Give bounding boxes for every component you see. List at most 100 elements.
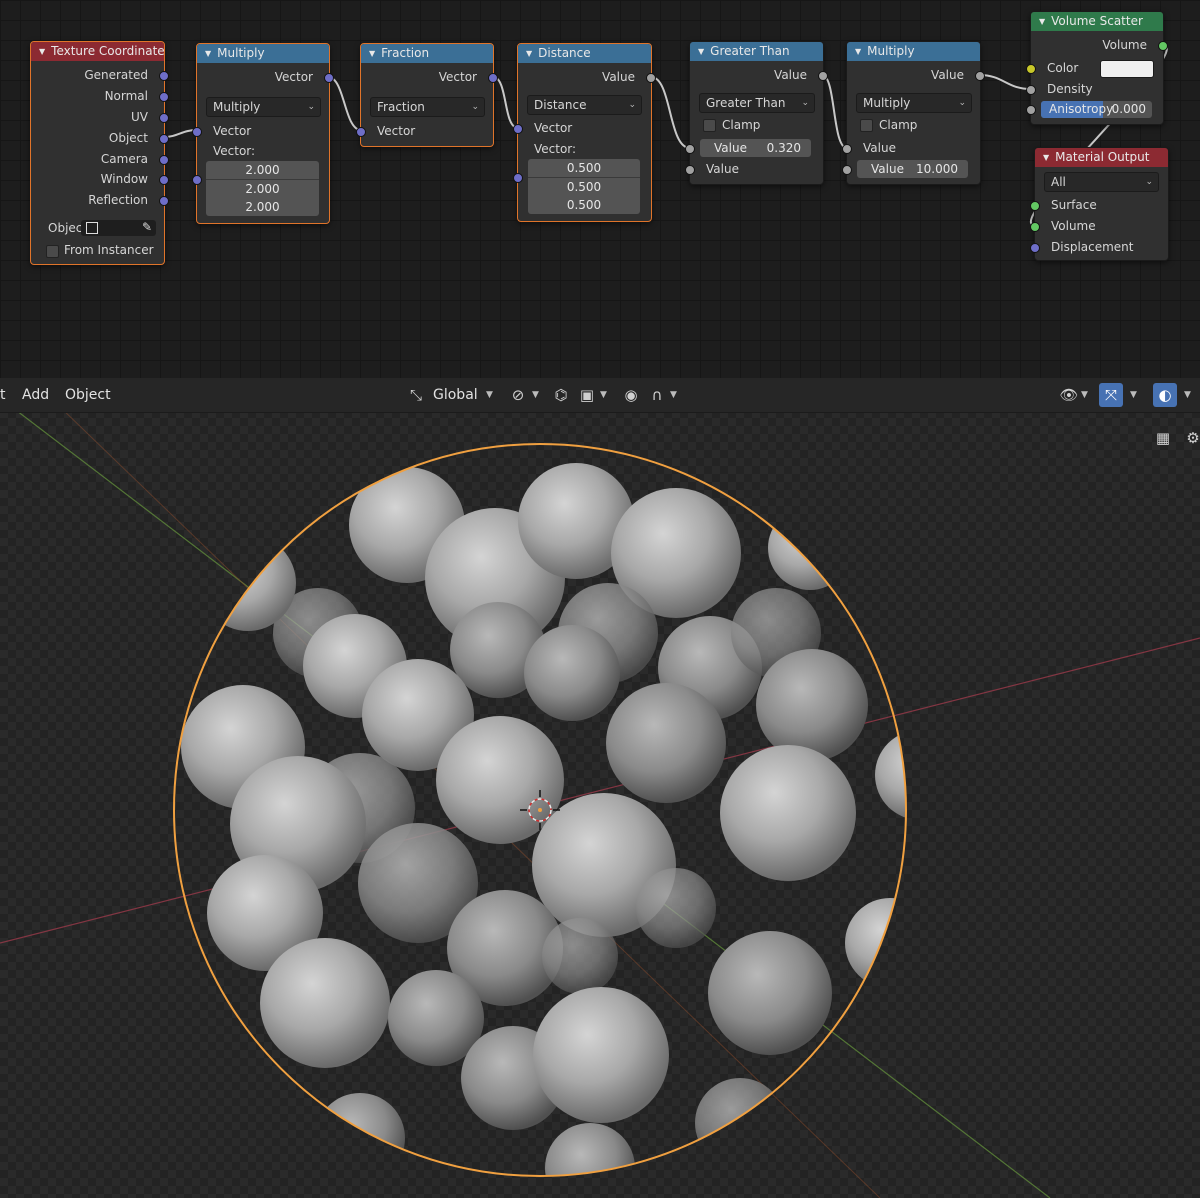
output-normal: Normal <box>31 87 169 105</box>
gizmo-toggle-icon[interactable]: ⤧ <box>1099 383 1123 407</box>
collapse-triangle-icon[interactable]: ▼ <box>855 47 861 56</box>
collapse-triangle-icon[interactable]: ▼ <box>526 49 532 58</box>
vector-z-field[interactable]: 0.500 <box>528 196 640 214</box>
node-header[interactable]: ▼ Material Output <box>1035 148 1168 167</box>
overlays-toggle-icon[interactable]: ◐ <box>1153 383 1177 407</box>
socket-icon[interactable] <box>324 73 334 83</box>
vector-multiply-node[interactable]: ▼ Multiply Vector Multiply ⌄ Vector Vector… <box>192 43 334 224</box>
socket-icon[interactable] <box>192 127 202 137</box>
socket-icon[interactable] <box>842 144 852 154</box>
socket-icon[interactable] <box>356 127 366 137</box>
operation-dropdown[interactable]: Fraction ⌄ <box>370 97 485 117</box>
socket-icon[interactable] <box>975 71 985 81</box>
output-camera: Camera <box>31 150 169 168</box>
multiplier-value-field[interactable]: Value 10.000 <box>857 160 968 178</box>
texture-coordinate-node[interactable]: ▼ Texture Coordinate Generated Normal UV … <box>30 41 169 265</box>
sphere <box>636 868 716 948</box>
node-header[interactable]: ▼ Multiply <box>197 44 329 63</box>
eyedropper-icon[interactable]: ✎ <box>142 220 152 234</box>
anisotropy-socket-icon[interactable] <box>1026 105 1036 115</box>
socket-icon[interactable] <box>646 73 656 83</box>
math-multiply-node[interactable]: ▼ Multiply Value Multiply ⌄ Clamp Value Va… <box>842 41 985 185</box>
vector-x-field[interactable]: 0.500 <box>528 159 640 177</box>
node-header[interactable]: ▼ Distance <box>518 44 651 63</box>
socket-icon[interactable] <box>818 71 828 81</box>
fraction-node[interactable]: ▼ Fraction Vector Fraction ⌄ Vector <box>356 43 498 147</box>
vector-x-field[interactable]: 2.000 <box>206 161 319 179</box>
viewport-header: t Add Object ⤡ Global ▼ ⊘ ▼ ⌬ ▣ ▼ ◉ ∩ ▼ … <box>0 378 1200 413</box>
sphere <box>708 931 832 1055</box>
collapse-triangle-icon[interactable]: ▼ <box>369 49 375 58</box>
visibility-eye-icon[interactable]: 👁 <box>1058 383 1080 407</box>
socket-icon[interactable] <box>1026 64 1036 74</box>
node-header[interactable]: ▼ Volume Scatter <box>1031 12 1163 31</box>
3d-viewport[interactable]: t Add Object ⤡ Global ▼ ⊘ ▼ ⌬ ▣ ▼ ◉ ∩ ▼ … <box>0 378 1200 1198</box>
socket-icon[interactable] <box>159 113 169 123</box>
menu-item-add[interactable]: Add <box>22 378 49 412</box>
threshold-value-field[interactable]: Value 0.320 <box>700 139 811 157</box>
socket-icon[interactable] <box>159 196 169 206</box>
socket-icon[interactable] <box>1030 222 1040 232</box>
snap-toggle-icon[interactable]: ⌬ <box>550 383 572 407</box>
operation-dropdown[interactable]: Distance ⌄ <box>527 95 642 115</box>
menu-item-edit[interactable]: t <box>0 378 6 412</box>
value-input-socket-icon[interactable] <box>842 165 852 175</box>
from-instancer-checkbox[interactable] <box>46 245 59 258</box>
operation-dropdown[interactable]: Multiply ⌄ <box>856 93 972 113</box>
transform-orientation-dropdown[interactable]: Global <box>433 378 478 412</box>
dropdown-value: Greater Than <box>706 96 786 110</box>
collapse-triangle-icon[interactable]: ▼ <box>39 47 45 56</box>
node-header[interactable]: ▼ Greater Than <box>690 42 823 61</box>
dropdown-value: All <box>1051 175 1066 189</box>
input-surface: Surface <box>1030 196 1168 214</box>
snap-target-icon[interactable]: ▣ <box>576 383 598 407</box>
vector-z-field[interactable]: 2.000 <box>206 198 319 216</box>
falloff-curve-icon[interactable]: ∩ <box>646 383 668 407</box>
object-picker-field[interactable]: ✎ <box>81 220 156 236</box>
collapse-triangle-icon[interactable]: ▼ <box>205 49 211 58</box>
distance-node[interactable]: ▼ Distance Value Distance ⌄ Vector Vector:… <box>513 43 656 222</box>
socket-icon[interactable] <box>1026 85 1036 95</box>
socket-icon[interactable] <box>159 134 169 144</box>
sphere <box>524 625 620 721</box>
socket-icon[interactable] <box>159 175 169 185</box>
socket-icon[interactable] <box>488 73 498 83</box>
collapse-triangle-icon[interactable]: ▼ <box>1043 153 1049 162</box>
material-output-node[interactable]: ▼ Material Output All ⌄ Surface Volume Dis… <box>1030 147 1169 261</box>
vector-input-socket-icon[interactable] <box>192 175 202 185</box>
menu-item-object[interactable]: Object <box>65 378 111 412</box>
pivot-point-icon[interactable]: ⊘ <box>507 383 529 407</box>
camera-view-icon[interactable]: ⚙ <box>1186 426 1200 450</box>
socket-label: Density <box>1047 82 1093 96</box>
sphere <box>768 506 852 590</box>
operation-dropdown[interactable]: Multiply ⌄ <box>206 97 321 117</box>
socket-icon[interactable] <box>513 124 523 134</box>
node-header[interactable]: ▼ Multiply <box>847 42 980 61</box>
value-input-socket-icon[interactable] <box>685 144 695 154</box>
node-header[interactable]: ▼ Texture Coordinate <box>31 42 164 61</box>
operation-dropdown[interactable]: Greater Than ⌄ <box>699 93 815 113</box>
collapse-triangle-icon[interactable]: ▼ <box>698 47 704 56</box>
node-header[interactable]: ▼ Fraction <box>361 44 493 63</box>
target-dropdown[interactable]: All ⌄ <box>1044 172 1159 192</box>
vector-y-field[interactable]: 0.500 <box>528 177 640 197</box>
volume-scatter-node[interactable]: ▼ Volume Scatter Volume Color Density Ani… <box>1026 11 1168 125</box>
socket-icon[interactable] <box>1030 243 1040 253</box>
socket-icon[interactable] <box>1030 201 1040 211</box>
socket-icon[interactable] <box>1158 41 1168 51</box>
vector-input-socket-icon[interactable] <box>513 173 523 183</box>
anisotropy-field[interactable]: Anisotropy 0.000 <box>1041 101 1152 118</box>
shader-node-editor[interactable]: ▼ Texture Coordinate Generated Normal UV … <box>0 0 1200 378</box>
socket-icon[interactable] <box>159 92 169 102</box>
socket-icon[interactable] <box>159 71 169 81</box>
clamp-checkbox[interactable] <box>860 119 873 132</box>
proportional-editing-icon[interactable]: ◉ <box>620 383 642 407</box>
color-swatch[interactable] <box>1100 60 1154 78</box>
socket-icon[interactable] <box>685 165 695 175</box>
clamp-checkbox[interactable] <box>703 119 716 132</box>
vector-y-field[interactable]: 2.000 <box>206 179 319 199</box>
greater-than-node[interactable]: ▼ Greater Than Value Greater Than ⌄ Clamp … <box>685 41 828 185</box>
socket-icon[interactable] <box>159 155 169 165</box>
wireframe-toggle-icon[interactable]: ▦ <box>1151 426 1175 450</box>
collapse-triangle-icon[interactable]: ▼ <box>1039 17 1045 26</box>
